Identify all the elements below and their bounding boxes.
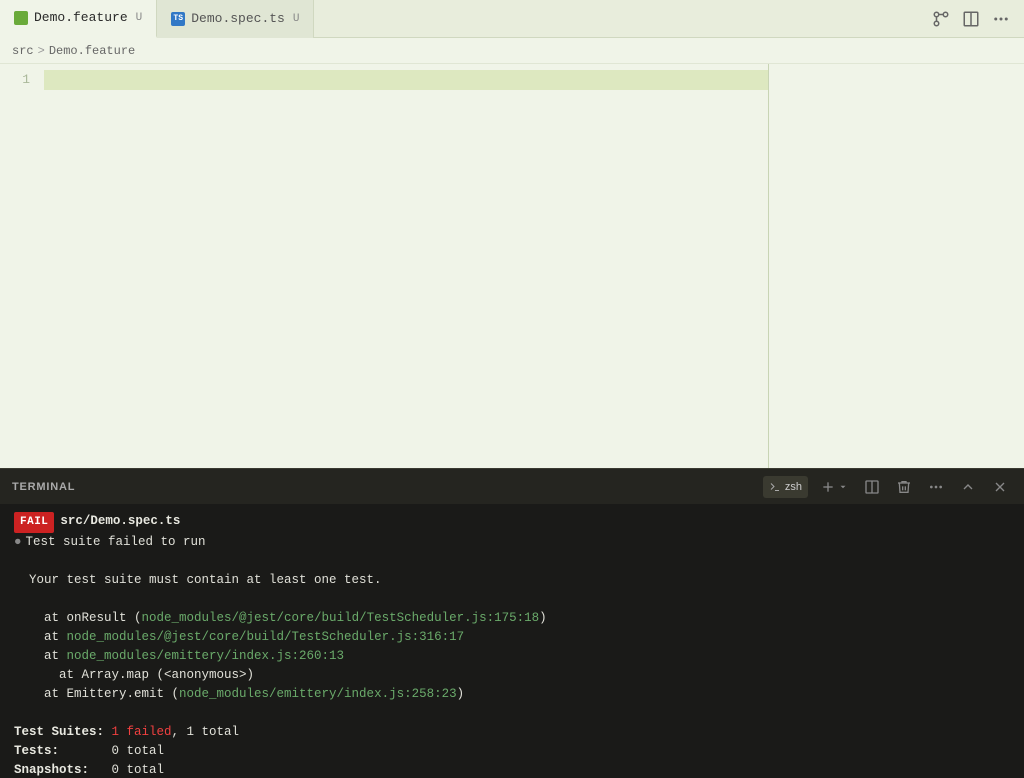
- breadcrumb: src > Demo.feature: [0, 38, 1024, 64]
- close-icon: [992, 479, 1008, 495]
- terminal-panel: TERMINAL zsh: [0, 468, 1024, 778]
- terminal-line-bullet: ● Test suite failed to run: [14, 533, 1010, 552]
- tab-demo-spec[interactable]: TS Demo.spec.ts U: [157, 0, 314, 38]
- tab-demo-feature[interactable]: Demo.feature U: [0, 0, 157, 38]
- chevron-up-icon: [960, 479, 976, 495]
- terminal-line-fail: FAIL src/Demo.spec.ts: [14, 512, 1010, 533]
- terminal-line-trace-1: at onResult (node_modules/@jest/core/bui…: [14, 609, 1010, 628]
- terminal-title: TERMINAL: [12, 481, 75, 493]
- terminal-line-tests: Tests: 0 total: [14, 742, 1010, 761]
- terminal-header: TERMINAL zsh: [0, 468, 1024, 504]
- terminal-line-trace-4: at Array.map (<anonymous>): [14, 666, 1010, 685]
- branch-icon[interactable]: [930, 8, 952, 30]
- terminal-line-suites: Test Suites: 1 failed , 1 total: [14, 723, 1010, 742]
- tab-feature-label: Demo.feature: [34, 10, 128, 25]
- trash-icon: [896, 479, 912, 495]
- chevron-down-icon: [838, 482, 848, 492]
- breadcrumb-file[interactable]: Demo.feature: [49, 44, 135, 58]
- editor-content[interactable]: [40, 64, 768, 468]
- line-number-1: 1: [0, 70, 30, 90]
- tab-spec-label: Demo.spec.ts: [191, 11, 285, 26]
- tab-spec-badge: U: [293, 13, 300, 25]
- terminal-kill-button[interactable]: [892, 476, 916, 498]
- split-icon: [864, 479, 880, 495]
- tab-feature-badge: U: [136, 12, 143, 24]
- terminal-line-trace-2: at node_modules/@jest/core/build/TestSch…: [14, 628, 1010, 647]
- terminal-shell-label: zsh: [785, 481, 802, 493]
- line-numbers: 1: [0, 64, 40, 468]
- ts-icon: TS: [171, 12, 185, 26]
- terminal-line-trace-3: at node_modules/emittery/index.js:260:13: [14, 647, 1010, 666]
- breadcrumb-src[interactable]: src: [12, 44, 34, 58]
- terminal-line-trace-5: at Emittery.emit (node_modules/emittery/…: [14, 685, 1010, 704]
- terminal-more-button[interactable]: [924, 476, 948, 498]
- editor-line-1: [44, 70, 768, 90]
- feature-icon: [14, 11, 28, 25]
- editor-main: 1: [0, 64, 1024, 468]
- more-options-icon[interactable]: [990, 8, 1012, 30]
- terminal-close-button[interactable]: [988, 476, 1012, 498]
- terminal-add-button[interactable]: [816, 476, 852, 498]
- terminal-suite-failed: Test suite failed to run: [26, 533, 206, 552]
- tab-bar: Demo.feature U TS Demo.spec.ts U: [0, 0, 1024, 38]
- terminal-body[interactable]: FAIL src/Demo.spec.ts ● Test suite faile…: [0, 504, 1024, 778]
- breadcrumb-sep: >: [38, 44, 45, 58]
- terminal-line-must-contain: Your test suite must contain at least on…: [14, 571, 1010, 590]
- terminal-line-snapshots: Snapshots: 0 total: [14, 761, 1010, 778]
- terminal-shell-indicator[interactable]: zsh: [763, 476, 808, 498]
- terminal-split-button[interactable]: [860, 476, 884, 498]
- tab-bar-actions: [930, 8, 1024, 30]
- layout-icon[interactable]: [960, 8, 982, 30]
- add-icon: [820, 479, 836, 495]
- editor-area: 1: [0, 64, 1024, 468]
- fail-badge: FAIL: [14, 512, 54, 533]
- terminal-fail-file: src/Demo.spec.ts: [60, 512, 180, 531]
- ellipsis-icon: [928, 479, 944, 495]
- terminal-minimize-button[interactable]: [956, 476, 980, 498]
- minimap-panel: [769, 64, 1024, 468]
- terminal-icon: [769, 481, 781, 493]
